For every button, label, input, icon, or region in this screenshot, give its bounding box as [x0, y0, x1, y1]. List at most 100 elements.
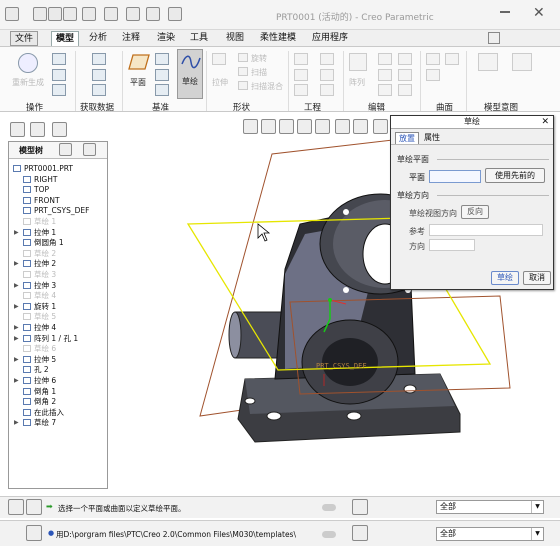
cancel-button[interactable]: 取消 — [523, 271, 551, 285]
folder-icon[interactable] — [168, 7, 182, 21]
user-defined-feature-icon[interactable] — [92, 53, 106, 65]
tree-item[interactable]: ▶ 拉伸 5 — [14, 355, 56, 365]
point-icon[interactable] — [155, 69, 169, 81]
tree-item[interactable]: 倒角 2 — [23, 397, 56, 407]
tree-item[interactable]: ▶ 旋转 1 — [14, 302, 56, 312]
zoom-out-icon[interactable] — [279, 119, 294, 134]
help-icon[interactable] — [488, 32, 500, 44]
revolve-icon[interactable] — [238, 53, 248, 62]
copy-icon[interactable] — [52, 53, 66, 65]
sweep-blend-icon[interactable] — [238, 81, 248, 90]
tree-item[interactable]: 在此插入 — [23, 408, 64, 418]
redo-icon[interactable] — [104, 7, 118, 21]
tree-item[interactable]: FRONT — [23, 196, 60, 206]
show-navigator-icon[interactable] — [8, 499, 24, 515]
reference-input[interactable] — [429, 224, 543, 236]
fill-icon[interactable] — [426, 53, 440, 65]
tab-model[interactable]: 模型 — [51, 31, 80, 46]
expand-arrow-icon[interactable]: ▶ — [14, 376, 19, 386]
tree-item[interactable]: 倒圆角 1 — [23, 238, 64, 248]
shrinkwrap-icon[interactable] — [92, 84, 106, 96]
tree-item[interactable]: ▶ 拉伸 3 — [14, 281, 56, 291]
display-style-icon[interactable] — [315, 119, 330, 134]
sketch-confirm-button[interactable]: 草绘 — [491, 271, 519, 285]
find-icon[interactable] — [352, 525, 368, 541]
draft-icon[interactable] — [320, 53, 334, 65]
datum-display-icon[interactable] — [373, 119, 388, 134]
use-previous-button[interactable]: 使用先前的 — [485, 168, 545, 183]
shell-icon[interactable] — [320, 69, 334, 81]
close-window-icon[interactable]: ✕ — [533, 5, 545, 21]
tree-item[interactable]: 草绘 6 — [23, 344, 56, 354]
tab-flexible-modeling[interactable]: 柔性建模 — [256, 31, 300, 46]
direction-select[interactable] — [429, 239, 475, 251]
relations-icon[interactable] — [478, 53, 498, 71]
open-file-icon[interactable] — [48, 7, 62, 21]
save-icon[interactable] — [63, 7, 77, 21]
undo-icon[interactable] — [82, 7, 96, 21]
model-tree-toggle-icon[interactable] — [26, 525, 42, 541]
tab-file[interactable]: 文件 — [10, 31, 39, 46]
expand-arrow-icon[interactable]: ▶ — [14, 323, 19, 333]
dialog-close-icon[interactable]: ✕ — [541, 116, 549, 128]
minimize-icon[interactable] — [500, 11, 510, 13]
regenerate-icon[interactable] — [18, 53, 38, 73]
trim-icon[interactable] — [378, 69, 392, 81]
expand-arrow-icon[interactable]: ▶ — [14, 259, 19, 269]
filter-select-top[interactable]: 全部 ▼ — [436, 500, 544, 514]
paste-icon[interactable] — [52, 69, 66, 81]
show-browser-icon[interactable] — [26, 499, 42, 515]
tree-item[interactable]: 草绘 3 — [23, 270, 56, 280]
tree-item[interactable]: 草绘 4 — [23, 291, 56, 301]
selection-filter-icon[interactable] — [352, 499, 368, 515]
tab-applications[interactable]: 应用程序 — [308, 31, 352, 46]
expand-arrow-icon[interactable]: ▶ — [14, 355, 19, 365]
tree-settings-icon[interactable] — [59, 143, 72, 156]
expand-arrow-icon[interactable]: ▶ — [14, 281, 19, 291]
boundary-blend-icon[interactable] — [426, 69, 440, 81]
tree-item[interactable]: ▶ 草绘 7 — [14, 418, 56, 428]
favorites-tab-icon[interactable] — [52, 122, 67, 137]
offset-icon[interactable] — [398, 84, 412, 96]
axis-icon[interactable] — [155, 53, 169, 65]
tab-annotate[interactable]: 注释 — [118, 31, 144, 46]
expand-arrow-icon[interactable]: ▶ — [14, 302, 19, 312]
tree-item[interactable]: ▶ 拉伸 4 — [14, 323, 56, 333]
tree-item[interactable]: 孔 2 — [23, 365, 49, 375]
tree-item[interactable]: PRT0001.PRT — [13, 164, 73, 174]
saved-orientations-icon[interactable] — [335, 119, 350, 134]
view-manager-icon[interactable] — [353, 119, 368, 134]
refit-icon[interactable] — [243, 119, 258, 134]
extrude-icon[interactable] — [212, 53, 226, 65]
mirror-icon[interactable] — [378, 53, 392, 65]
solidify-icon[interactable] — [398, 69, 412, 81]
plane-input[interactable] — [429, 170, 481, 183]
pattern-icon[interactable] — [349, 53, 367, 71]
delete-icon[interactable] — [52, 84, 66, 96]
tree-item[interactable]: 草绘 2 — [23, 249, 56, 259]
filter-select-bottom[interactable]: 全部 ▼ — [436, 527, 544, 541]
new-file-icon[interactable] — [33, 7, 47, 21]
tree-item[interactable]: 草绘 5 — [23, 312, 56, 322]
sweep-icon[interactable] — [238, 67, 248, 76]
copy-geometry-icon[interactable] — [92, 69, 106, 81]
zoom-in-icon[interactable] — [261, 119, 276, 134]
tab-view[interactable]: 视图 — [222, 31, 248, 46]
repaint-icon[interactable] — [297, 119, 312, 134]
csys-icon[interactable] — [155, 84, 169, 96]
merge-icon[interactable] — [378, 84, 392, 96]
tree-item[interactable]: 草绘 1 — [23, 217, 56, 227]
tree-item[interactable]: ▶ 拉伸 6 — [14, 376, 56, 386]
tree-item[interactable]: PRT_CSYS_DEF — [23, 206, 89, 216]
expand-arrow-icon[interactable]: ▶ — [14, 334, 19, 344]
thicken-icon[interactable] — [398, 53, 412, 65]
tree-item[interactable]: ▶ 拉伸 1 — [14, 228, 56, 238]
plane-icon[interactable] — [128, 53, 150, 71]
sketch-button[interactable]: 草绘 — [177, 49, 203, 99]
tree-item[interactable]: 倒角 1 — [23, 387, 56, 397]
regenerate-quick-icon[interactable] — [126, 7, 140, 21]
tab-analysis[interactable]: 分析 — [85, 31, 111, 46]
hole-icon[interactable] — [294, 53, 308, 65]
expand-arrow-icon[interactable]: ▶ — [14, 418, 19, 428]
tree-item[interactable]: RIGHT — [23, 175, 57, 185]
